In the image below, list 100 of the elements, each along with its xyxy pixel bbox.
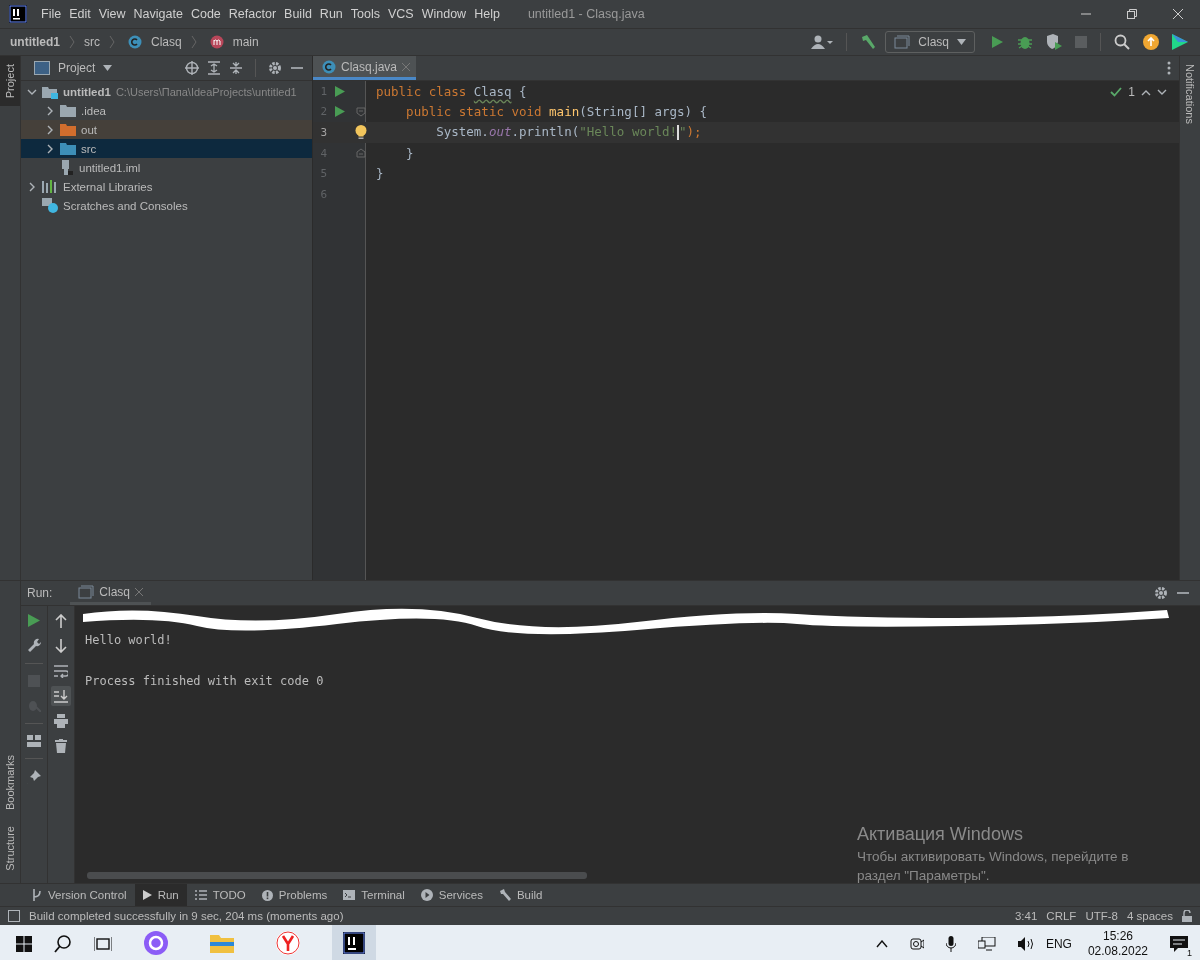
layout-icon[interactable] xyxy=(27,735,41,747)
browser-icon[interactable] xyxy=(276,931,300,955)
trash-icon[interactable] xyxy=(55,739,67,753)
chevron-right-icon[interactable] xyxy=(45,124,55,135)
chevron-right-icon[interactable] xyxy=(27,181,37,192)
task-view-icon[interactable] xyxy=(94,936,112,952)
menu-item[interactable]: Build xyxy=(284,7,312,21)
clock-date[interactable]: 02.08.2022 xyxy=(1087,944,1148,959)
user-icon[interactable] xyxy=(811,34,834,50)
menu-item[interactable]: File xyxy=(41,7,62,21)
menu-item[interactable]: Refactor xyxy=(228,7,277,21)
restore-icon[interactable] xyxy=(1126,8,1138,20)
clock-time[interactable]: 15:26 xyxy=(1102,929,1133,944)
scrollbar[interactable] xyxy=(87,872,587,879)
status-item[interactable]: UTF-8 xyxy=(1085,910,1118,922)
camera-icon[interactable] xyxy=(909,937,924,951)
tool-window-button[interactable]: Version Control xyxy=(24,884,135,906)
arrow-up-icon[interactable] xyxy=(55,614,67,628)
menu-item[interactable]: Tools xyxy=(350,7,380,21)
menu-item[interactable]: Navigate xyxy=(133,7,183,21)
tool-window-button[interactable]: Problems xyxy=(253,884,336,906)
tool-window-button[interactable]: Build xyxy=(490,884,551,906)
bug-icon[interactable] xyxy=(1017,34,1033,50)
breadcrumb[interactable]: src xyxy=(84,35,100,49)
run-icon[interactable] xyxy=(990,35,1004,49)
breadcrumb[interactable]: Clasq xyxy=(151,35,182,49)
tree-item[interactable]: untitled1.iml xyxy=(21,158,312,177)
toolbox-icon[interactable] xyxy=(1172,34,1188,50)
menu-item[interactable]: Run xyxy=(319,7,343,21)
breadcrumb[interactable]: main xyxy=(232,35,259,49)
tree-item[interactable]: src xyxy=(21,139,312,158)
tree-item[interactable]: out xyxy=(21,120,312,139)
menu-item[interactable]: Window xyxy=(421,7,467,21)
panel-title[interactable]: Project xyxy=(58,61,96,75)
inspection-count[interactable]: 1 xyxy=(1128,85,1135,99)
chevron-up-icon[interactable] xyxy=(875,940,888,948)
more-icon[interactable] xyxy=(1167,61,1171,75)
language-indicator[interactable]: ENG xyxy=(1045,937,1072,951)
menu-item[interactable]: View xyxy=(98,7,126,21)
status-item[interactable]: CRLF xyxy=(1046,910,1077,922)
branch-icon xyxy=(32,889,42,901)
rerun-icon[interactable] xyxy=(28,614,40,627)
update-icon[interactable] xyxy=(1143,34,1159,50)
run-configuration-dropdown[interactable]: Clasq xyxy=(885,31,975,53)
panel-toggle-icon[interactable] xyxy=(8,910,20,922)
microphone-icon[interactable] xyxy=(945,936,956,952)
folder-icon[interactable] xyxy=(210,933,234,953)
tool-window-button[interactable]: Terminal xyxy=(335,884,413,906)
wrench-icon[interactable] xyxy=(27,638,41,652)
soft-wrap-icon[interactable] xyxy=(54,664,68,678)
tool-window-tab[interactable]: Bookmarks xyxy=(0,747,20,819)
breadcrumb[interactable]: untitled1 xyxy=(10,35,60,49)
lock-icon[interactable] xyxy=(1182,910,1192,922)
menu-item[interactable]: Edit xyxy=(69,7,91,21)
collapse-all-icon[interactable] xyxy=(229,61,243,75)
windows-start-icon[interactable] xyxy=(16,936,32,952)
tool-window-button[interactable]: Run xyxy=(134,884,187,906)
arrow-down-icon[interactable] xyxy=(55,639,67,653)
tool-window-tab[interactable]: Structure xyxy=(0,818,20,879)
coverage-icon[interactable] xyxy=(1046,34,1062,50)
lightbulb-icon[interactable] xyxy=(355,125,367,140)
assistant-icon[interactable] xyxy=(144,931,168,955)
settings-icon[interactable] xyxy=(268,61,282,75)
search-icon[interactable] xyxy=(54,935,72,953)
folder-icon xyxy=(60,104,76,117)
settings-icon[interactable] xyxy=(1154,586,1168,600)
tree-item[interactable]: .idea xyxy=(21,101,312,120)
tree-item[interactable]: External Libraries xyxy=(21,177,312,196)
hammer-icon[interactable] xyxy=(860,34,877,50)
search-icon[interactable] xyxy=(1114,34,1130,50)
locate-icon[interactable] xyxy=(185,61,199,75)
tree-item[interactable]: untitled1 C:\Users\Папа\IdeaProjects\untitled1 xyxy=(21,82,312,101)
volume-icon[interactable] xyxy=(1017,937,1036,951)
run-icon[interactable] xyxy=(335,106,345,118)
notifications-tab[interactable]: Notifications xyxy=(1180,56,1200,132)
menu-item[interactable]: VCS xyxy=(388,7,414,21)
close-icon[interactable] xyxy=(1172,8,1184,20)
run-icon[interactable] xyxy=(335,85,345,97)
tree-item[interactable]: Scratches and Consoles xyxy=(21,196,312,215)
file-icon xyxy=(60,160,74,175)
line-number: 3 xyxy=(319,126,327,139)
status-message: Build completed successfully in 9 sec, 204 ms (moments ago) xyxy=(29,910,344,922)
dropdown-icon[interactable] xyxy=(103,65,113,71)
chevron-right-icon[interactable] xyxy=(45,105,55,116)
expand-all-icon[interactable] xyxy=(207,61,221,75)
menu-item[interactable]: Help xyxy=(474,7,500,21)
ide-icon[interactable] xyxy=(343,932,365,954)
tool-window-tab[interactable]: Project xyxy=(0,56,20,107)
scroll-to-end-button[interactable] xyxy=(51,686,71,706)
arrow-down-icon[interactable] xyxy=(1157,88,1167,96)
print-icon[interactable] xyxy=(54,714,68,728)
arrow-up-icon[interactable] xyxy=(1141,88,1151,96)
status-item[interactable]: 3:41 xyxy=(1014,910,1038,922)
tool-window-button[interactable]: Services xyxy=(412,884,491,906)
network-icon[interactable] xyxy=(977,937,996,951)
editor-tab[interactable]: Clasq.java xyxy=(313,56,417,80)
menu-item[interactable]: Code xyxy=(190,7,221,21)
status-item[interactable]: 4 spaces xyxy=(1126,910,1173,922)
chevron-right-icon[interactable] xyxy=(45,143,55,154)
tool-window-button[interactable]: TODO xyxy=(186,884,254,906)
